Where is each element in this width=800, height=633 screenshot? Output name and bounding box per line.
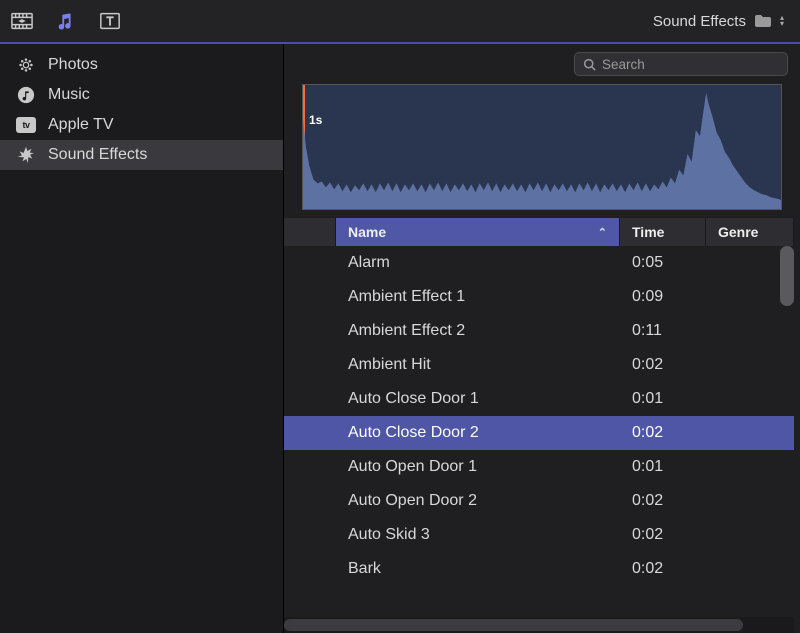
column-name[interactable]: Name ⌃	[336, 218, 620, 246]
column-genre-label: Genre	[718, 224, 758, 240]
sidebar-item-sound-effects[interactable]: Sound Effects	[0, 140, 283, 170]
row-name: Alarm	[336, 254, 620, 272]
table-header: Name ⌃ Time Genre	[284, 218, 794, 246]
column-time-label: Time	[632, 224, 664, 240]
row-name: Auto Close Door 2	[336, 424, 620, 442]
sidebar-item-label: Apple TV	[48, 116, 114, 134]
row-name: Ambient Effect 2	[336, 322, 620, 340]
library-dropdown-label: Sound Effects	[653, 13, 746, 30]
row-time: 0:01	[620, 458, 706, 476]
column-time[interactable]: Time	[620, 218, 706, 246]
column-name-label: Name	[348, 224, 386, 240]
titles-browser-icon[interactable]	[98, 11, 122, 31]
table-row[interactable]: Ambient Hit0:02	[284, 348, 794, 382]
row-time: 0:02	[620, 560, 706, 578]
column-play[interactable]	[284, 218, 336, 246]
sidebar-item-label: Sound Effects	[48, 146, 147, 164]
row-name: Ambient Hit	[336, 356, 620, 374]
photos-icon	[16, 55, 36, 75]
sidebar-item-apple-tv[interactable]: tv Apple TV	[0, 110, 283, 140]
sidebar: Photos Musictv Apple TV Sound Effects	[0, 44, 284, 633]
column-genre[interactable]: Genre	[706, 218, 794, 246]
waveform-preview[interactable]: 1s	[302, 84, 782, 210]
sidebar-item-music[interactable]: Music	[0, 80, 283, 110]
row-time: 0:11	[620, 322, 706, 340]
music-icon	[16, 85, 36, 105]
table-row[interactable]: Auto Open Door 10:01	[284, 450, 794, 484]
transitions-browser-icon[interactable]	[10, 11, 34, 31]
appletv-icon: tv	[16, 115, 36, 135]
sort-asc-icon: ⌃	[598, 226, 607, 239]
audio-browser-icon[interactable]	[54, 11, 78, 31]
horizontal-scrollbar-track[interactable]	[284, 617, 794, 633]
table-row[interactable]: Ambient Effect 20:11	[284, 314, 794, 348]
table-row[interactable]: Bark0:02	[284, 552, 794, 586]
main-split: Photos Musictv Apple TV Sound Effects Searc…	[0, 44, 800, 633]
table-row[interactable]: Alarm0:05	[284, 246, 794, 280]
row-time: 0:02	[620, 424, 706, 442]
search-input[interactable]: Search	[574, 52, 788, 76]
table-row[interactable]: Ambient Effect 10:09	[284, 280, 794, 314]
row-time: 0:02	[620, 526, 706, 544]
sidebar-item-photos[interactable]: Photos	[0, 50, 283, 80]
table-row[interactable]: Auto Skid 30:02	[284, 518, 794, 552]
folder-icon	[754, 14, 772, 28]
waveform-icon	[303, 85, 781, 209]
row-time: 0:02	[620, 492, 706, 510]
vertical-scrollbar[interactable]	[780, 246, 794, 306]
row-time: 0:09	[620, 288, 706, 306]
row-time: 0:05	[620, 254, 706, 272]
table-body: Alarm0:05Ambient Effect 10:09Ambient Eff…	[284, 246, 794, 615]
table-row[interactable]: Auto Close Door 10:01	[284, 382, 794, 416]
clips-table: Name ⌃ Time Genre Alarm0:05Ambient Effec…	[284, 218, 794, 633]
top-toolbar: Sound Effects ▴▾	[0, 0, 800, 44]
row-time: 0:02	[620, 356, 706, 374]
row-time: 0:01	[620, 390, 706, 408]
row-name: Auto Close Door 1	[336, 390, 620, 408]
appletv-icon: tv	[16, 117, 36, 133]
row-name: Bark	[336, 560, 620, 578]
sidebar-item-label: Photos	[48, 56, 98, 74]
horizontal-scrollbar-thumb[interactable]	[284, 619, 743, 631]
row-name: Auto Open Door 2	[336, 492, 620, 510]
content-pane: Search 1s Name ⌃ Time	[284, 44, 800, 633]
burst-icon	[16, 145, 36, 165]
search-row: Search	[284, 44, 800, 84]
table-row[interactable]: Auto Close Door 20:02	[284, 416, 794, 450]
library-dropdown[interactable]: Sound Effects ▴▾	[653, 13, 790, 30]
table-row[interactable]: Auto Open Door 20:02	[284, 484, 794, 518]
row-name: Auto Open Door 1	[336, 458, 620, 476]
app-window: Sound Effects ▴▾ Photos Musictv Apple TV So…	[0, 0, 800, 633]
dropdown-arrows-icon: ▴▾	[780, 15, 784, 27]
search-placeholder: Search	[602, 57, 645, 72]
row-name: Ambient Effect 1	[336, 288, 620, 306]
sidebar-item-label: Music	[48, 86, 90, 104]
row-name: Auto Skid 3	[336, 526, 620, 544]
search-icon	[583, 58, 596, 71]
